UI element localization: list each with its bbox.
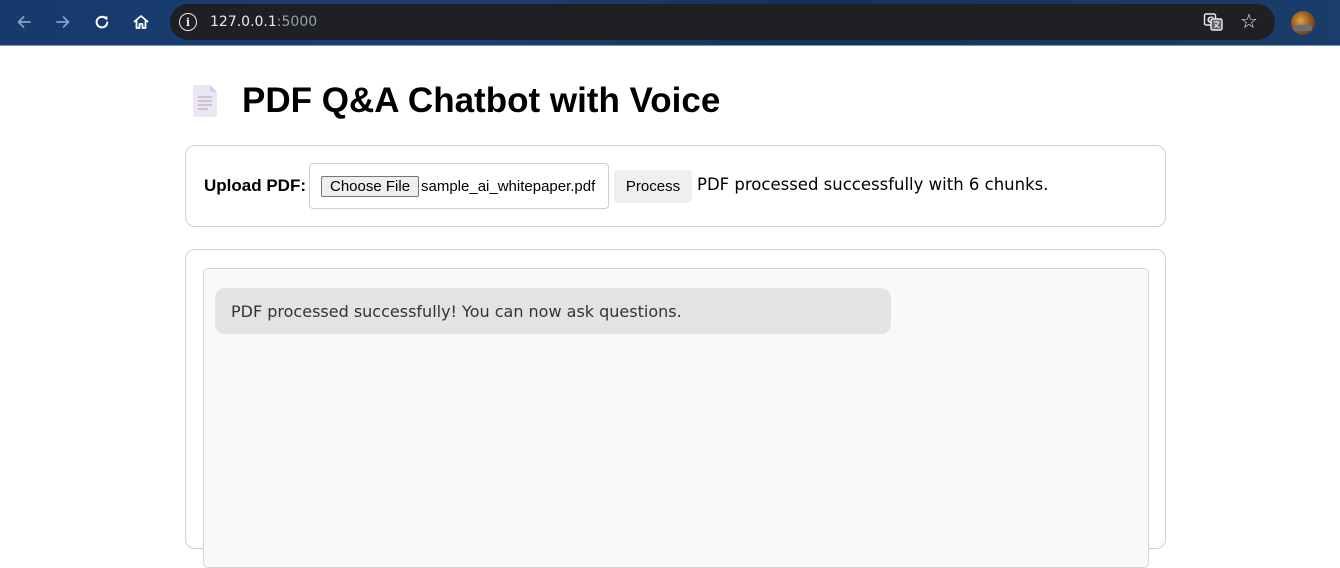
page-title: PDF Q&A Chatbot with Voice xyxy=(242,81,721,120)
selected-file-name: sample_ai_whitepaper.pdf xyxy=(421,178,596,195)
upload-label: Upload PDF: xyxy=(204,176,306,195)
address-bar[interactable]: i 127.0.0.1:5000 G ☆ xyxy=(170,4,1275,40)
home-icon xyxy=(133,15,149,29)
star-icon[interactable]: ☆ xyxy=(1238,9,1260,33)
page-header: PDF Q&A Chatbot with Voice xyxy=(190,78,720,124)
reload-icon xyxy=(95,15,109,29)
forward-button[interactable] xyxy=(48,7,78,37)
browser-toolbar: i 127.0.0.1:5000 G ☆ xyxy=(0,0,1340,46)
file-input[interactable]: Choose File sample_ai_whitepaper.pdf xyxy=(309,163,609,209)
choose-file-button[interactable]: Choose File xyxy=(321,176,420,197)
document-icon xyxy=(193,85,217,117)
back-button[interactable] xyxy=(9,7,39,37)
process-button[interactable]: Process xyxy=(614,170,692,203)
upload-status: PDF processed successfully with 6 chunks… xyxy=(697,175,1049,194)
chat-section: PDF processed successfully! You can now … xyxy=(185,249,1166,568)
url-text[interactable]: 127.0.0.1:5000 xyxy=(210,13,317,31)
info-icon[interactable]: i xyxy=(179,13,197,31)
upload-section: Upload PDF: Choose File sample_ai_whitep… xyxy=(185,145,1166,227)
bot-message: PDF processed successfully! You can now … xyxy=(215,288,891,334)
home-button[interactable] xyxy=(126,7,156,37)
arrow-right-icon xyxy=(56,16,70,28)
url-host: 127.0.0.1 xyxy=(210,14,277,30)
avatar[interactable] xyxy=(1291,11,1315,35)
chat-log[interactable]: PDF processed successfully! You can now … xyxy=(203,268,1149,568)
arrow-left-icon xyxy=(17,16,31,28)
url-port: :5000 xyxy=(276,14,318,30)
reload-button[interactable] xyxy=(87,7,117,37)
translate-icon[interactable]: G xyxy=(1203,12,1223,32)
